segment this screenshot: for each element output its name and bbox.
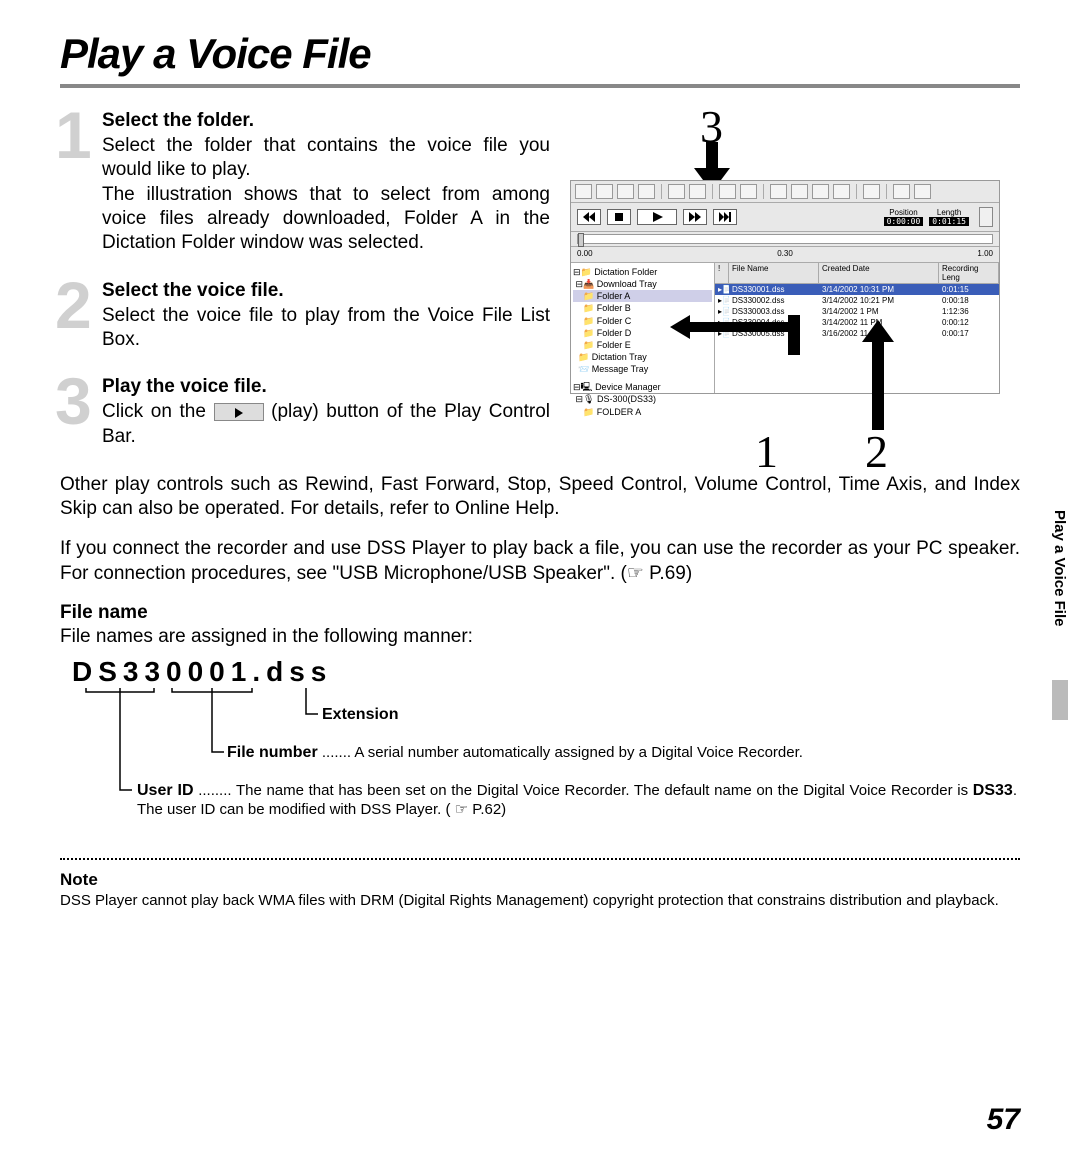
tree-device-folder[interactable]: FOLDER A bbox=[597, 407, 642, 417]
toolbar-button[interactable] bbox=[575, 184, 592, 199]
ruler-tick: 0.30 bbox=[777, 249, 793, 258]
step-body: Select the folder that contains the voic… bbox=[102, 134, 550, 256]
note-body: DSS Player cannot play back WMA files wi… bbox=[60, 892, 1020, 911]
list-item[interactable]: ▸📄DS330004.dss3/14/2002 11 PM0:00:12 bbox=[715, 317, 999, 328]
list-item[interactable]: ▸📄DS330005.dss3/16/2002 11 PM0:00:17 bbox=[715, 328, 999, 339]
toolbar-button[interactable] bbox=[863, 184, 880, 199]
filenumber-label: File number bbox=[227, 744, 318, 761]
userid-default: DS33 bbox=[973, 782, 1013, 799]
filename-intro: File names are assigned in the following… bbox=[60, 626, 1020, 648]
page-title: Play a Voice File bbox=[60, 30, 1020, 88]
toolbar-button[interactable] bbox=[689, 184, 706, 199]
play-button[interactable] bbox=[637, 209, 677, 225]
callout-number-1: 1 bbox=[755, 425, 778, 478]
list-item[interactable]: ▸📄DS330001.dss3/14/2002 10:31 PM0:01:15 bbox=[715, 284, 999, 295]
list-header: ! File Name Created Date Recording Leng bbox=[715, 263, 999, 284]
tree-folder-e[interactable]: Folder E bbox=[597, 340, 631, 350]
step-body-text: Click on the bbox=[102, 401, 214, 422]
step-body: Click on the (play) button of the Play C… bbox=[102, 400, 550, 449]
step-number: 3 bbox=[55, 368, 92, 434]
step-2: 2 Select the voice file. Select the voic… bbox=[60, 280, 550, 353]
fastforward-button[interactable] bbox=[683, 209, 707, 225]
folder-tree[interactable]: ⊟📁 Dictation Folder ⊟📥 Download Tray 📁 F… bbox=[571, 263, 715, 393]
play-control-bar: Position 0:00:00 Length 0:01:15 bbox=[571, 203, 999, 232]
length-indicator: Length 0:01:15 bbox=[929, 208, 969, 226]
ruler-tick: 1.00 bbox=[977, 249, 993, 258]
toolbar-button[interactable] bbox=[914, 184, 931, 199]
filenumber-desc: ....... A serial number automatically as… bbox=[318, 744, 803, 761]
list-item[interactable]: ▸📄DS330002.dss3/14/2002 10:21 PM0:00:18 bbox=[715, 295, 999, 306]
userid-label: User ID bbox=[137, 782, 194, 799]
paragraph: If you connect the recorder and use DSS … bbox=[60, 537, 1020, 586]
step-title: Select the voice file. bbox=[102, 280, 550, 302]
ruler-tick: 0.00 bbox=[577, 249, 593, 258]
step-title: Play the voice file. bbox=[102, 376, 550, 398]
filename-heading: File name bbox=[60, 602, 1020, 624]
tree-device[interactable]: DS-300(DS33) bbox=[597, 394, 656, 404]
tree-device-manager[interactable]: Device Manager bbox=[595, 382, 661, 392]
tree-root[interactable]: Dictation Folder bbox=[594, 267, 657, 277]
tree-folder-b[interactable]: Folder B bbox=[597, 303, 631, 313]
toolbar-button[interactable] bbox=[770, 184, 787, 199]
skip-button[interactable] bbox=[713, 209, 737, 225]
toolbar-button[interactable] bbox=[617, 184, 634, 199]
paragraph: Other play controls such as Rewind, Fast… bbox=[60, 473, 1020, 522]
file-list[interactable]: ! File Name Created Date Recording Leng … bbox=[715, 263, 999, 393]
extension-label: Extension bbox=[322, 706, 398, 724]
step-number: 2 bbox=[55, 272, 92, 338]
check-icon[interactable] bbox=[893, 184, 910, 199]
filename-breakdown: Extension File number ....... A serial n… bbox=[72, 688, 1020, 828]
step-body-text: Select the folder that contains the voic… bbox=[102, 135, 550, 180]
cut-icon[interactable] bbox=[668, 184, 685, 199]
filename-example: DS330001.dss bbox=[72, 656, 1020, 688]
page-number: 57 bbox=[987, 1103, 1020, 1137]
tree-message-tray[interactable]: Message Tray bbox=[592, 364, 649, 374]
note-heading: Note bbox=[60, 870, 1020, 890]
rewind-button[interactable] bbox=[577, 209, 601, 225]
toolbar-button[interactable] bbox=[596, 184, 613, 199]
tree-folder-c[interactable]: Folder C bbox=[597, 316, 632, 326]
position-label: Position bbox=[884, 208, 924, 217]
step-1: 1 Select the folder. Select the folder t… bbox=[60, 110, 550, 256]
toolbar-button[interactable] bbox=[740, 184, 757, 199]
toolbar bbox=[571, 181, 999, 203]
toolbar-button[interactable] bbox=[812, 184, 829, 199]
col-length-header[interactable]: Recording Leng bbox=[939, 263, 999, 283]
tree-folder-d[interactable]: Folder D bbox=[597, 328, 632, 338]
time-slider[interactable] bbox=[571, 232, 999, 247]
step-body: Select the voice file to play from the V… bbox=[102, 304, 550, 353]
position-indicator: Position 0:00:00 bbox=[884, 208, 924, 226]
step-title: Select the folder. bbox=[102, 110, 550, 132]
volume-icon[interactable] bbox=[979, 207, 993, 227]
step-number: 1 bbox=[55, 102, 92, 168]
userid-row: User ID ........ The name that has been … bbox=[137, 782, 1017, 818]
length-value: 0:01:15 bbox=[929, 217, 969, 226]
col-date-header[interactable]: Created Date bbox=[819, 263, 939, 283]
length-label: Length bbox=[929, 208, 969, 217]
callout-number-2: 2 bbox=[865, 425, 888, 478]
filenumber-row: File number ....... A serial number auto… bbox=[227, 744, 1017, 762]
userid-desc: ........ The name that has been set on t… bbox=[194, 782, 973, 799]
tree-dictation-tray[interactable]: Dictation Tray bbox=[592, 352, 647, 362]
tree-download[interactable]: Download Tray bbox=[597, 279, 657, 289]
side-tab: Play a Voice File bbox=[1051, 510, 1068, 626]
col-filename-header[interactable]: File Name bbox=[729, 263, 819, 283]
position-value: 0:00:00 bbox=[884, 217, 924, 226]
toolbar-button[interactable] bbox=[638, 184, 655, 199]
play-icon bbox=[214, 403, 264, 421]
app-screenshot: Position 0:00:00 Length 0:01:15 0.00 0.3… bbox=[570, 180, 1000, 394]
separator bbox=[60, 858, 1020, 860]
list-item[interactable]: ▸📄DS330003.dss3/14/2002 1 PM1:12:36 bbox=[715, 306, 999, 317]
stop-button[interactable] bbox=[607, 209, 631, 225]
time-ruler: 0.00 0.30 1.00 bbox=[571, 247, 999, 263]
col-mark-header[interactable]: ! bbox=[715, 263, 729, 283]
tree-folder-a[interactable]: Folder A bbox=[597, 291, 631, 301]
toolbar-button[interactable] bbox=[719, 184, 736, 199]
toolbar-button[interactable] bbox=[791, 184, 808, 199]
step-3: 3 Play the voice file. Click on the (pla… bbox=[60, 376, 550, 449]
side-block bbox=[1052, 680, 1068, 720]
step-body-text: The illustration shows that to select fr… bbox=[102, 184, 550, 254]
toolbar-button[interactable] bbox=[833, 184, 850, 199]
